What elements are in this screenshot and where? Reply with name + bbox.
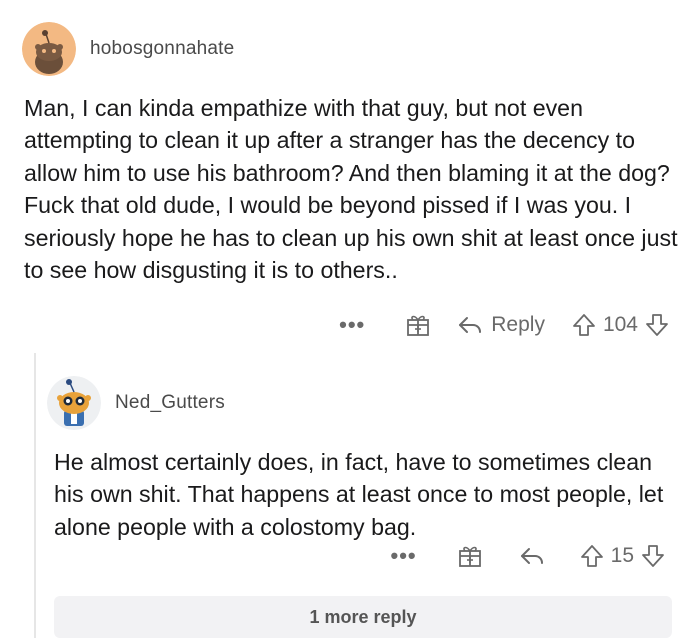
more-options-button[interactable]: •••: [339, 314, 365, 336]
gift-icon: [458, 546, 481, 567]
username[interactable]: Ned_Gutters: [115, 392, 225, 414]
snoo-avatar-icon: [22, 22, 76, 76]
upvote-button[interactable]: [571, 312, 597, 338]
more-replies-button[interactable]: 1 more reply: [54, 596, 672, 638]
more-replies-label: 1 more reply: [309, 606, 417, 627]
avatar[interactable]: [22, 22, 76, 76]
reply-arrow-icon: [459, 317, 482, 333]
thread-line[interactable]: [34, 353, 36, 638]
downvote-arrow-icon: [646, 314, 668, 336]
upvote-button[interactable]: [579, 543, 605, 569]
comment-actions: ••• Reply 104: [339, 309, 670, 341]
downvote-button[interactable]: [644, 312, 670, 338]
award-button[interactable]: [457, 543, 483, 569]
reply-actions: ••• 15: [391, 540, 666, 572]
avatar[interactable]: [47, 376, 101, 430]
gift-icon: [407, 315, 430, 336]
comment-header: hobosgonnahate: [22, 22, 234, 76]
vote-score: 15: [610, 544, 634, 567]
reply-body: He almost certainly does, in fact, have …: [54, 449, 664, 540]
award-button[interactable]: [405, 312, 431, 338]
vote-score: 104: [602, 313, 638, 336]
more-options-button[interactable]: •••: [391, 545, 417, 567]
upvote-arrow-icon: [580, 545, 603, 567]
reply-button[interactable]: Reply: [457, 313, 545, 337]
snoo-avatar-icon: [47, 376, 101, 430]
downvote-button[interactable]: [640, 543, 666, 569]
reply-label: Reply: [491, 313, 545, 336]
username[interactable]: hobosgonnahate: [90, 38, 234, 60]
downvote-arrow-icon: [642, 545, 664, 567]
reply-header: Ned_Gutters: [47, 376, 225, 430]
reply-button[interactable]: [519, 544, 545, 568]
reply-arrow-icon: [520, 548, 543, 564]
comment-body: Man, I can kinda empathize with that guy…: [24, 95, 678, 284]
upvote-arrow-icon: [573, 314, 595, 336]
